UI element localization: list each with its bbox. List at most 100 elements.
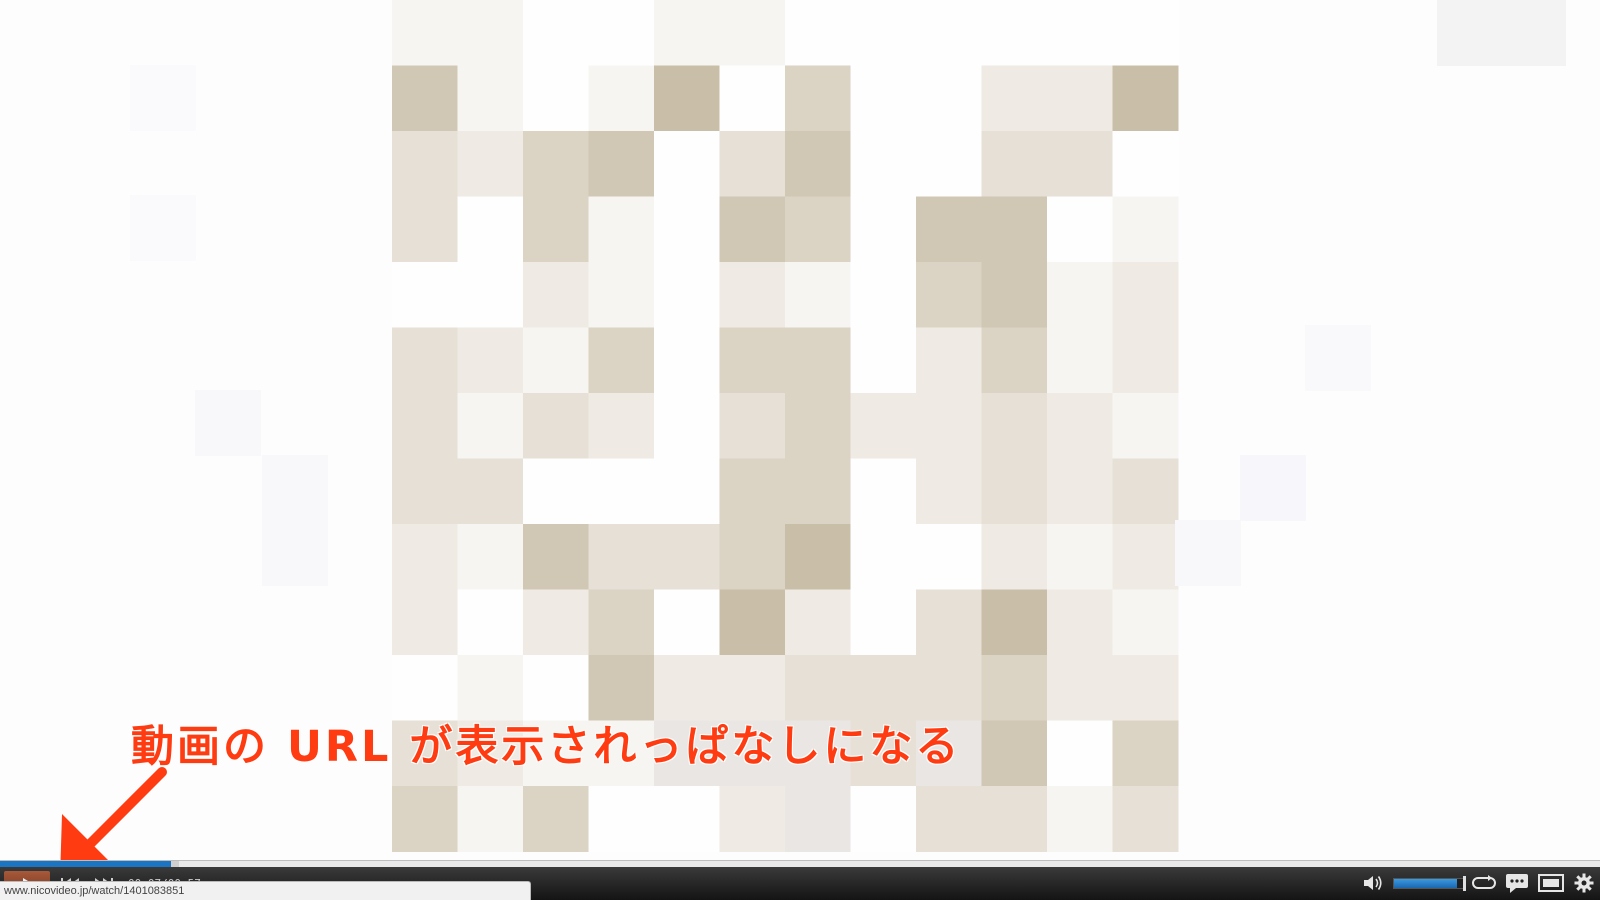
video-area[interactable]: 動画の URL が表示されっぱなしになる xyxy=(0,0,1600,860)
mosaic-block xyxy=(392,458,458,525)
mosaic-block xyxy=(916,0,982,66)
mosaic-block xyxy=(785,589,851,656)
mosaic-block xyxy=(588,262,655,328)
mosaic-block xyxy=(850,0,917,66)
mosaic-block xyxy=(588,393,655,459)
mosaic-block xyxy=(1112,524,1179,590)
mosaic-block xyxy=(262,455,328,521)
mosaic-block xyxy=(1305,325,1371,391)
mosaic-block xyxy=(1112,655,1179,721)
mosaic-block xyxy=(1112,327,1179,394)
mosaic-block xyxy=(588,65,655,132)
mosaic-block xyxy=(719,65,786,132)
mosaic-block xyxy=(850,65,917,132)
mosaic-block xyxy=(523,131,589,197)
mosaic-block xyxy=(654,262,720,328)
mosaic-block xyxy=(588,196,655,263)
gear-icon xyxy=(1574,873,1594,893)
mosaic-block xyxy=(392,65,458,132)
mosaic-block xyxy=(654,0,720,66)
mosaic-block xyxy=(457,589,524,656)
comment-toggle-button[interactable] xyxy=(1504,871,1530,895)
mosaic-block xyxy=(719,589,786,656)
mosaic-block xyxy=(392,393,458,459)
mosaic-block xyxy=(916,589,982,656)
mosaic-block xyxy=(523,524,589,590)
mosaic-block xyxy=(1047,589,1113,656)
mosaic-block xyxy=(457,786,524,852)
mosaic-block xyxy=(1047,458,1113,525)
mosaic-block xyxy=(457,196,524,263)
mosaic-block xyxy=(981,458,1048,525)
mosaic-block xyxy=(850,786,917,852)
mosaic-block xyxy=(588,786,655,852)
mosaic-block xyxy=(1047,786,1113,852)
mosaic-block xyxy=(981,327,1048,394)
mosaic-block xyxy=(719,524,786,590)
mosaic-block xyxy=(719,0,786,66)
mosaic-block xyxy=(1112,458,1179,525)
mosaic-block xyxy=(1047,65,1113,132)
mosaic-block xyxy=(719,786,786,852)
mosaic-block xyxy=(850,524,917,590)
mosaic-block xyxy=(981,0,1048,66)
mosaic-block xyxy=(523,458,589,525)
mosaic-block xyxy=(719,327,786,394)
mosaic-block xyxy=(654,196,720,263)
mosaic-block xyxy=(719,458,786,525)
mosaic-block xyxy=(981,720,1048,787)
seek-bar[interactable] xyxy=(0,860,1600,867)
mosaic-block xyxy=(916,393,982,459)
mosaic-block xyxy=(392,196,458,263)
volume-button[interactable] xyxy=(1360,871,1386,895)
mosaic-block xyxy=(981,262,1048,328)
mosaic-block xyxy=(392,0,458,66)
mosaic-block xyxy=(654,65,720,132)
mosaic-block xyxy=(457,131,524,197)
mosaic-block xyxy=(523,65,589,132)
mosaic-block xyxy=(981,589,1048,656)
mosaic-block xyxy=(392,589,458,656)
mosaic-block xyxy=(1437,0,1503,66)
mosaic-block xyxy=(916,196,982,263)
mosaic-block xyxy=(1112,131,1179,197)
screen-size-button[interactable] xyxy=(1537,871,1565,895)
volume-slider[interactable] xyxy=(1393,876,1466,891)
mosaic-block xyxy=(850,196,917,263)
volume-level xyxy=(1394,879,1457,888)
mosaic-block xyxy=(457,262,524,328)
mosaic-block xyxy=(392,262,458,328)
mosaic-block xyxy=(523,393,589,459)
mosaic-block xyxy=(1112,393,1179,459)
loop-button[interactable] xyxy=(1469,871,1499,895)
mosaic-block xyxy=(654,327,720,394)
mosaic-block xyxy=(130,195,196,261)
mosaic-block xyxy=(130,65,196,131)
mosaic-block xyxy=(654,131,720,197)
volume-handle[interactable] xyxy=(1463,876,1466,891)
mosaic-block xyxy=(785,458,851,525)
mosaic-block xyxy=(523,327,589,394)
mosaic-block xyxy=(981,655,1048,721)
mosaic-block xyxy=(981,131,1048,197)
mosaic-block xyxy=(457,393,524,459)
mosaic-block xyxy=(1047,196,1113,263)
mosaic-block xyxy=(719,393,786,459)
mosaic-block xyxy=(1500,0,1566,66)
mosaic-block xyxy=(981,65,1048,132)
mosaic-block xyxy=(785,327,851,394)
mosaic-block xyxy=(850,262,917,328)
mosaic-block xyxy=(523,262,589,328)
mosaic-block xyxy=(588,458,655,525)
mosaic-block xyxy=(785,524,851,590)
mosaic-block xyxy=(981,524,1048,590)
mosaic-block xyxy=(523,786,589,852)
mosaic-block xyxy=(850,393,917,459)
settings-button[interactable] xyxy=(1571,871,1597,895)
mosaic-block xyxy=(262,520,328,586)
mosaic-block xyxy=(654,589,720,656)
mosaic-block xyxy=(916,524,982,590)
mosaic-block xyxy=(588,327,655,394)
mosaic-block xyxy=(523,196,589,263)
mosaic-block xyxy=(1112,65,1179,132)
